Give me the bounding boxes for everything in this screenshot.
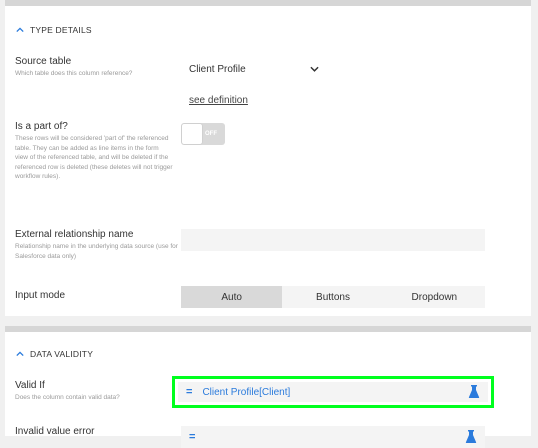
type-details-header[interactable]: TYPE DETAILS	[16, 22, 92, 38]
chevron-up-icon	[16, 351, 24, 357]
input-mode-auto[interactable]: Auto	[181, 286, 283, 308]
is-part-of-label: Is a part of?	[15, 121, 68, 132]
source-table-select[interactable]: Client Profile	[181, 58, 327, 80]
external-relationship-input[interactable]	[181, 229, 485, 251]
input-mode-label: Input mode	[15, 290, 66, 301]
flask-icon[interactable]	[468, 385, 480, 399]
equals-sign: =	[189, 431, 196, 443]
invalid-value-label: Invalid value error	[15, 426, 95, 437]
valid-if-help: Does the column contain valid data?	[15, 394, 120, 401]
flask-icon[interactable]	[465, 430, 477, 444]
data-validity-header[interactable]: DATA VALIDITY	[16, 346, 93, 362]
data-validity-title: DATA VALIDITY	[30, 349, 94, 359]
input-mode-dropdown[interactable]: Dropdown	[384, 286, 485, 308]
input-mode-buttons[interactable]: Buttons	[282, 286, 383, 308]
is-part-of-toggle[interactable]: OFF	[181, 123, 225, 145]
chevron-up-icon	[16, 27, 24, 33]
source-table-label: Source table	[15, 56, 72, 67]
source-table-value: Client Profile	[189, 63, 246, 75]
toggle-knob	[182, 124, 202, 144]
see-definition-link[interactable]: see definition	[189, 95, 248, 106]
source-table-help: Which table does this column reference?	[15, 70, 133, 77]
valid-if-expression: Client Profile[Client]	[202, 386, 291, 398]
data-validity-panel: DATA VALIDITY Valid If Does the column c…	[5, 326, 531, 448]
type-details-title: TYPE DETAILS	[30, 25, 92, 35]
valid-if-expression-field[interactable]: = Client Profile[Client]	[178, 382, 488, 402]
valid-if-expression-box[interactable]: = Client Profile[Client]	[172, 376, 494, 408]
is-part-of-help: These rows will be considered 'part of' …	[15, 135, 173, 180]
input-mode-segmented: Auto Buttons Dropdown	[181, 286, 485, 308]
valid-if-label: Valid If	[15, 380, 45, 391]
external-relationship-label: External relationship name	[15, 229, 134, 240]
toggle-state-label: OFF	[205, 131, 217, 137]
type-details-panel: TYPE DETAILS Source table Which table do…	[5, 0, 531, 316]
equals-sign: =	[186, 386, 193, 398]
chevron-down-icon	[310, 66, 319, 72]
invalid-value-expression-field[interactable]: =	[181, 426, 485, 448]
external-relationship-help: Relationship name in the underlying data…	[15, 243, 178, 260]
